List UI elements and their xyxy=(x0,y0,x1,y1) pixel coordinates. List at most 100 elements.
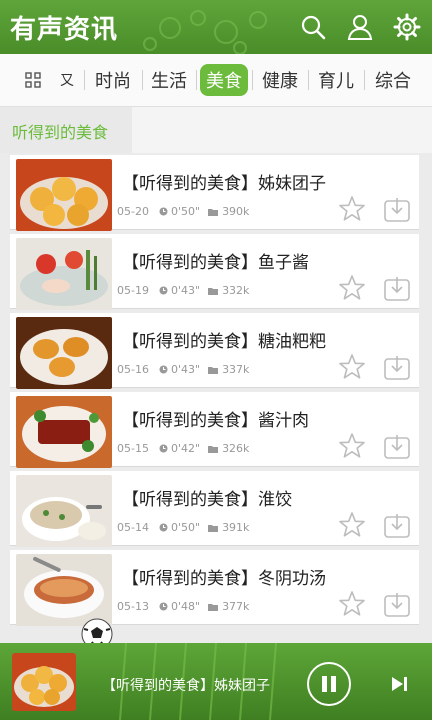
tab-parenting[interactable]: 育儿 xyxy=(312,64,360,96)
app-header: 有声资讯 xyxy=(0,0,432,54)
item-duration: 0'50" xyxy=(170,205,201,218)
download-icon xyxy=(384,356,410,380)
download-icon xyxy=(384,198,410,222)
download-button[interactable] xyxy=(383,590,411,618)
star-icon xyxy=(339,591,365,616)
item-meta: 05-20 0'50" 390k xyxy=(117,205,249,218)
item-duration: 0'50" xyxy=(170,521,201,534)
download-button[interactable] xyxy=(383,511,411,539)
star-icon xyxy=(339,196,365,221)
star-icon xyxy=(339,275,365,300)
category-tab-bar: 又 时尚 生活 美食 健康 育儿 综合 xyxy=(0,54,432,107)
item-thumbnail xyxy=(16,159,112,231)
item-title: 【听得到的美食】酱汁肉 xyxy=(122,411,309,431)
item-thumbnail xyxy=(16,554,112,626)
folder-icon xyxy=(208,445,219,453)
item-thumbnail xyxy=(16,475,112,547)
favorite-button[interactable] xyxy=(338,511,366,539)
item-meta: 05-16 0'43" 337k xyxy=(117,363,249,376)
section-title: 听得到的美食 xyxy=(12,123,109,142)
download-button[interactable] xyxy=(383,195,411,223)
user-button[interactable] xyxy=(343,10,377,44)
list-item[interactable]: 【听得到的美食】鱼子酱 05-19 0'43" 332k xyxy=(10,234,419,310)
item-size: 391k xyxy=(222,521,250,534)
favorite-button[interactable] xyxy=(338,274,366,302)
settings-icon xyxy=(393,13,421,41)
download-icon xyxy=(384,277,410,301)
item-title: 【听得到的美食】糖油粑粑 xyxy=(122,332,326,352)
download-icon xyxy=(384,514,410,538)
item-duration: 0'42" xyxy=(170,442,201,455)
item-size: 377k xyxy=(222,600,250,613)
section-header: 听得到的美食 xyxy=(0,107,132,153)
item-date: 05-16 xyxy=(117,363,149,376)
item-meta: 05-14 0'50" 391k xyxy=(117,521,249,534)
favorite-button[interactable] xyxy=(338,195,366,223)
item-date: 05-13 xyxy=(117,600,149,613)
tab-partial[interactable]: 又 xyxy=(58,64,76,96)
item-duration: 0'48" xyxy=(170,600,201,613)
settings-button[interactable] xyxy=(390,10,424,44)
user-icon xyxy=(347,15,373,40)
item-title: 【听得到的美食】淮饺 xyxy=(122,490,292,510)
item-date: 05-15 xyxy=(117,442,149,455)
next-icon xyxy=(392,677,407,691)
download-icon xyxy=(384,593,410,617)
item-meta: 05-19 0'43" 332k xyxy=(117,284,249,297)
favorite-button[interactable] xyxy=(338,353,366,381)
folder-icon xyxy=(208,366,219,374)
item-thumbnail xyxy=(16,238,112,310)
star-icon xyxy=(339,354,365,379)
item-thumbnail xyxy=(16,396,112,468)
item-size: 390k xyxy=(222,205,250,218)
favorite-button[interactable] xyxy=(338,432,366,460)
player-thumbnail xyxy=(12,653,76,711)
folder-icon xyxy=(208,524,219,532)
pause-button[interactable] xyxy=(307,662,351,706)
tab-fashion[interactable]: 时尚 xyxy=(89,64,137,96)
item-duration: 0'43" xyxy=(170,363,201,376)
item-title: 【听得到的美食】鱼子酱 xyxy=(122,253,309,273)
clock-icon xyxy=(159,286,168,295)
tab-grid[interactable] xyxy=(18,64,48,96)
item-size: 332k xyxy=(222,284,250,297)
list-item[interactable]: 【听得到的美食】冬阴功汤 05-13 0'48" 377k xyxy=(10,550,419,626)
item-title: 【听得到的美食】姊妹团子 xyxy=(122,174,326,194)
tab-food[interactable]: 美食 xyxy=(200,64,248,96)
item-title: 【听得到的美食】冬阴功汤 xyxy=(122,569,326,589)
item-meta: 05-13 0'48" 377k xyxy=(117,600,249,613)
tab-general[interactable]: 综合 xyxy=(369,64,417,96)
item-date: 05-19 xyxy=(117,284,149,297)
clock-icon xyxy=(159,207,168,216)
clock-icon xyxy=(159,444,168,453)
app-title: 有声资讯 xyxy=(10,15,119,45)
tab-health[interactable]: 健康 xyxy=(256,64,304,96)
clock-icon xyxy=(159,523,168,532)
download-button[interactable] xyxy=(383,274,411,302)
tab-life[interactable]: 生活 xyxy=(145,64,193,96)
list-item[interactable]: 【听得到的美食】姊妹团子 05-20 0'50" 390k xyxy=(10,155,419,231)
player-title: 【听得到的美食】姊妹团子 xyxy=(102,678,270,694)
clock-icon xyxy=(159,602,168,611)
download-button[interactable] xyxy=(383,432,411,460)
favorite-button[interactable] xyxy=(338,590,366,618)
list-item[interactable]: 【听得到的美食】糖油粑粑 05-16 0'43" 337k xyxy=(10,313,419,389)
search-button[interactable] xyxy=(296,10,330,44)
item-date: 05-14 xyxy=(117,521,149,534)
item-size: 326k xyxy=(222,442,250,455)
download-button[interactable] xyxy=(383,353,411,381)
item-size: 337k xyxy=(222,363,250,376)
star-icon xyxy=(339,512,365,537)
list-item[interactable]: 【听得到的美食】淮饺 05-14 0'50" 391k xyxy=(10,471,419,547)
item-thumbnail xyxy=(16,317,112,389)
next-button[interactable] xyxy=(388,673,410,695)
item-date: 05-20 xyxy=(117,205,149,218)
star-icon xyxy=(339,433,365,458)
list-item[interactable]: 【听得到的美食】酱汁肉 05-15 0'42" 326k xyxy=(10,392,419,468)
clock-icon xyxy=(159,365,168,374)
item-meta: 05-15 0'42" 326k xyxy=(117,442,249,455)
folder-icon xyxy=(208,603,219,611)
item-duration: 0'43" xyxy=(170,284,201,297)
grid-icon xyxy=(25,72,41,88)
search-icon xyxy=(301,15,326,40)
